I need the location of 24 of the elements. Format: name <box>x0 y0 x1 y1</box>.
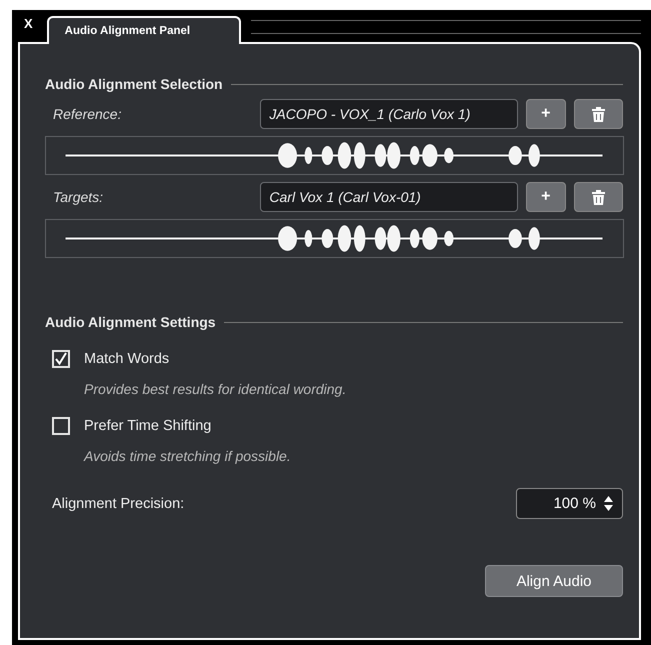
add-button[interactable]: + <box>526 99 566 129</box>
option-label: Match Words <box>84 351 170 367</box>
trash-icon <box>592 106 605 122</box>
stepper-icon <box>604 496 613 511</box>
option-description: Avoids time stretching if possible. <box>84 448 292 464</box>
checkbox[interactable] <box>52 417 70 435</box>
option-label: Prefer Time Shifting <box>84 418 212 434</box>
delete-button[interactable] <box>574 182 624 212</box>
field-label: Targets: <box>52 189 104 205</box>
panel-tab[interactable]: Audio Alignment Panel <box>46 16 241 44</box>
section-heading: Audio Alignment Settings <box>45 314 216 330</box>
option-description: Provides best results for identical wording. <box>84 381 348 397</box>
section-heading: Audio Alignment Selection <box>45 76 223 92</box>
delete-button[interactable] <box>574 99 624 129</box>
align-audio-button[interactable]: Align Audio <box>485 565 623 597</box>
trash-icon <box>592 190 605 204</box>
precision-spinner[interactable]: 100 % <box>516 488 623 519</box>
precision-label: Alignment Precision: <box>52 496 184 512</box>
checkbox[interactable] <box>52 350 70 368</box>
close-button[interactable]: X <box>24 16 33 31</box>
track-field[interactable]: JACOPO - VOX_1 (Carlo Vox 1) <box>260 99 518 129</box>
add-button[interactable]: + <box>526 182 566 212</box>
track-field[interactable]: Carl Vox 1 (Carl Vox-01) <box>260 182 518 212</box>
field-label: Reference: <box>52 106 122 122</box>
